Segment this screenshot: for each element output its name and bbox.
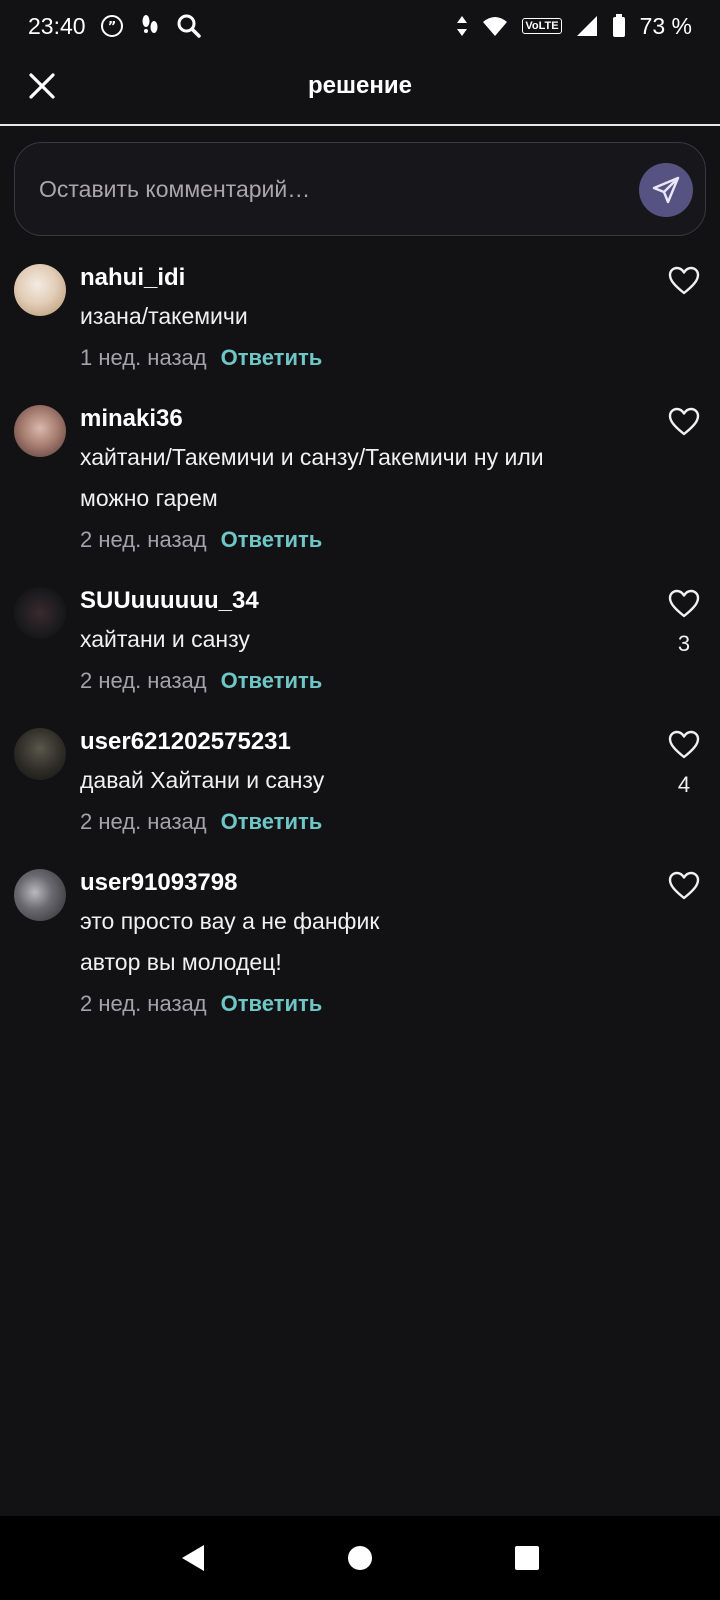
comment-username[interactable]: user91093798 (80, 867, 630, 899)
comment-item: nahui_idi изана/такемичи 1 нед. назад От… (0, 258, 720, 399)
comment-meta: 2 нед. назад Ответить (80, 662, 630, 700)
volte-icon: VoLTE (522, 18, 562, 34)
page-title: решение (308, 72, 412, 99)
battery-icon (612, 14, 626, 38)
reply-button[interactable]: Ответить (221, 345, 323, 371)
avatar[interactable] (14, 587, 66, 639)
comment-time: 2 нед. назад (80, 668, 207, 693)
quote-icon: ” (100, 14, 124, 38)
like-column: 4 (666, 730, 702, 798)
svg-text:”: ” (107, 20, 116, 35)
comment-username[interactable]: user621202575231 (80, 726, 630, 758)
avatar[interactable] (14, 728, 66, 780)
reply-button[interactable]: Ответить (221, 991, 323, 1017)
like-column (666, 266, 702, 296)
comment-meta: 2 нед. назад Ответить (80, 521, 630, 559)
heart-icon[interactable] (668, 266, 700, 296)
comment-time: 1 нед. назад (80, 345, 207, 370)
comment-text-line: давай Хайтани и санзу (80, 767, 325, 793)
comment-username[interactable]: nahui_idi (80, 262, 630, 294)
system-nav-bar (0, 1516, 720, 1600)
comment-time: 2 нед. назад (80, 991, 207, 1016)
comment-item: minaki36 хайтани/Такемичи и санзу/Такеми… (0, 399, 720, 581)
reply-button[interactable]: Ответить (221, 809, 323, 835)
comment-body: user91093798 это просто вау а не фанфик … (80, 863, 630, 1023)
signal-icon (576, 15, 598, 37)
comment-list: nahui_idi изана/такемичи 1 нед. назад От… (0, 258, 720, 1045)
heart-icon[interactable] (668, 589, 700, 619)
send-icon (652, 176, 680, 204)
comment-body: minaki36 хайтани/Такемичи и санзу/Такеми… (80, 399, 630, 559)
like-column: 3 (666, 589, 702, 657)
send-button[interactable] (639, 163, 693, 217)
wifi-icon (482, 15, 508, 37)
comment-meta: 2 нед. назад Ответить (80, 803, 630, 841)
heart-icon[interactable] (668, 730, 700, 760)
recents-square-icon (514, 1546, 539, 1570)
comment-input[interactable] (39, 171, 599, 207)
comment-meta: 1 нед. назад Ответить (80, 339, 630, 377)
footsteps-icon (138, 13, 162, 39)
comment-time: 2 нед. назад (80, 809, 207, 834)
heart-icon[interactable] (668, 871, 700, 901)
avatar[interactable] (14, 869, 66, 921)
comment-text-line: можно гарем (80, 485, 218, 511)
comment-meta: 2 нед. назад Ответить (80, 985, 630, 1023)
heart-icon[interactable] (668, 407, 700, 437)
comment-item: SUUuuuuuu_34 хайтани и санзу 2 нед. наза… (0, 581, 720, 722)
avatar[interactable] (14, 405, 66, 457)
like-column (666, 871, 702, 901)
comment-text-line: хайтани и санзу (80, 626, 250, 652)
like-count: 4 (677, 772, 691, 797)
header: решение (0, 52, 720, 126)
comment-body: nahui_idi изана/такемичи 1 нед. назад От… (80, 258, 630, 377)
reply-button[interactable]: Ответить (221, 668, 323, 694)
avatar[interactable] (14, 264, 66, 316)
battery-percent: 73 % (639, 12, 692, 39)
comment-item: user621202575231 давай Хайтани и санзу 2… (0, 722, 720, 863)
back-triangle-icon (182, 1545, 205, 1571)
like-column (666, 407, 702, 437)
comment-body: user621202575231 давай Хайтани и санзу 2… (80, 722, 630, 841)
status-bar: 23:40 ” VoLTE 73 % (0, 0, 720, 52)
comment-time: 2 нед. назад (80, 527, 207, 552)
home-button[interactable] (330, 1528, 390, 1588)
comment-text-line: автор вы молодец! (80, 949, 282, 975)
comment-item: user91093798 это просто вау а не фанфик … (0, 863, 720, 1045)
like-count: 3 (677, 631, 691, 656)
comment-composer (14, 142, 706, 236)
home-circle-icon (347, 1546, 372, 1570)
reply-button[interactable]: Ответить (221, 527, 323, 553)
back-button[interactable] (163, 1528, 223, 1588)
comment-username[interactable]: SUUuuuuuu_34 (80, 585, 630, 617)
status-bar-left: 23:40 ” (28, 13, 202, 40)
recents-button[interactable] (497, 1528, 557, 1588)
data-arrows-icon (456, 15, 468, 37)
search-icon (176, 13, 202, 39)
comment-text-line: хайтани/Такемичи и санзу/Такемичи ну или (80, 444, 544, 470)
comment-text-line: это просто вау а не фанфик (80, 908, 380, 934)
status-bar-right: VoLTE 73 % (456, 13, 692, 40)
comment-text-line: изана/такемичи (80, 303, 248, 329)
clock: 23:40 (28, 12, 86, 39)
comment-username[interactable]: minaki36 (80, 403, 630, 435)
comment-body: SUUuuuuuu_34 хайтани и санзу 2 нед. наза… (80, 581, 630, 700)
